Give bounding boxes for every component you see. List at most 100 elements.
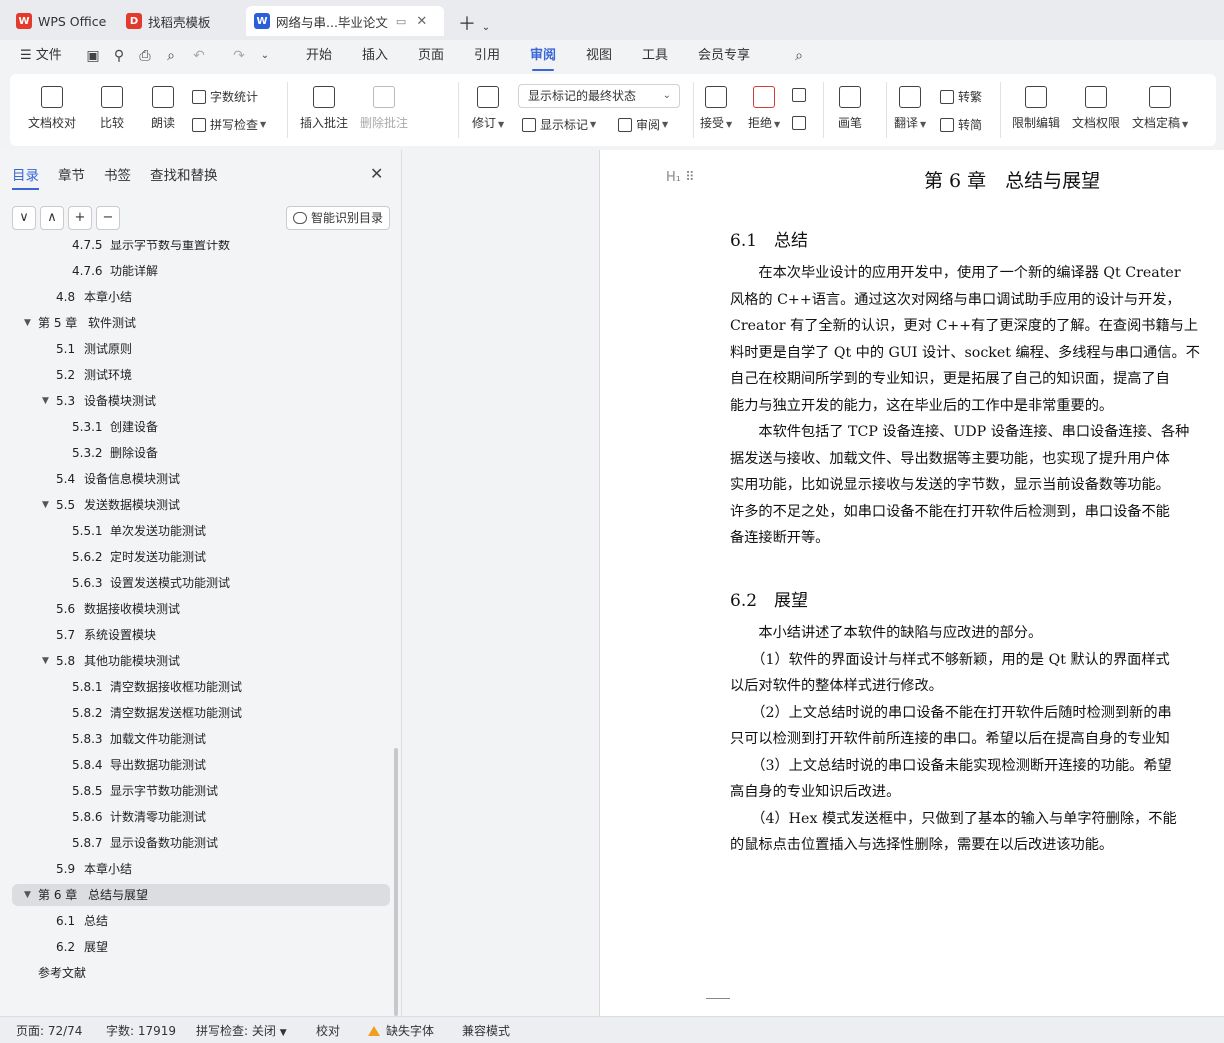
save-icon[interactable]: ▣ — [84, 48, 102, 64]
revise-button[interactable]: 修订 ▼ — [472, 86, 504, 131]
toc-item[interactable]: 6.2 展望 — [0, 936, 390, 958]
spell-check-button[interactable]: 拼写检查 ▼ — [192, 116, 266, 133]
toc-item[interactable]: 5.8.5 显示字节数功能测试 — [0, 780, 390, 802]
undo-icon[interactable]: ↶ — [190, 48, 208, 64]
tab-toc[interactable]: 目录 — [12, 164, 39, 190]
menu-start[interactable]: 开始 — [306, 46, 332, 66]
file-menu[interactable]: ☰ 文件 — [20, 46, 62, 66]
menu-reference[interactable]: 引用 — [474, 46, 500, 66]
tab-docer-templates[interactable]: D 找稻壳模板 — [118, 6, 219, 36]
tab-wps-office[interactable]: W WPS Office — [8, 6, 114, 36]
toc-item[interactable]: 5.8.7 显示设备数功能测试 — [0, 832, 390, 854]
toc-item[interactable]: 5.5.1 单次发送功能测试 — [0, 520, 390, 542]
print-preview-icon[interactable]: ⌕ — [162, 48, 180, 64]
redo-icon[interactable]: ↷ — [230, 48, 248, 64]
expand-arrow-icon[interactable]: ▼ — [24, 312, 31, 334]
toc-item[interactable]: ▼ 5.3 设备模块测试 — [0, 390, 390, 412]
insert-comment-button[interactable]: 插入批注 — [300, 86, 348, 131]
word-count-button[interactable]: 字数统计 — [192, 88, 258, 105]
toc-item[interactable]: 5.6 数据接收模块测试 — [0, 598, 390, 620]
close-tab-icon[interactable]: ✕ — [416, 14, 427, 29]
pin-icon[interactable]: ▭ — [396, 15, 406, 28]
toc-item[interactable]: 4.7.5 显示字节数与重置计数 — [0, 240, 390, 256]
tab-chapters[interactable]: 章节 — [58, 164, 85, 184]
print-icon[interactable]: ⎙ — [136, 48, 154, 64]
pen-button[interactable]: 画笔 — [838, 86, 862, 131]
page-indicator[interactable]: 页面: 72/74 — [16, 1022, 82, 1039]
translate-button[interactable]: 翻译 ▼ — [894, 86, 926, 131]
missing-font-status[interactable]: 缺失字体 — [368, 1022, 434, 1039]
menu-view[interactable]: 视图 — [586, 46, 612, 66]
toc-item-number: 5.6.2 — [72, 550, 103, 564]
add-heading-button[interactable]: + — [68, 206, 92, 230]
doc-permission-button[interactable]: 文档权限 — [1072, 86, 1120, 131]
markup-state-select[interactable]: 显示标记的最终状态 ⌄ — [518, 84, 680, 108]
collapse-all-button[interactable]: ∧ — [40, 206, 64, 230]
reject-button[interactable]: 拒绝 ▼ — [748, 86, 780, 131]
to-simplified-button[interactable]: 转简 — [940, 116, 982, 133]
to-traditional-button[interactable]: 转繁 — [940, 88, 982, 105]
delete-comment-button[interactable]: 删除批注 — [360, 86, 408, 131]
word-count-indicator[interactable]: 字数: 17919 — [106, 1022, 176, 1039]
menu-page[interactable]: 页面 — [418, 46, 444, 66]
toc-item[interactable]: 5.1 测试原则 — [0, 338, 390, 360]
doc-check-button[interactable]: 文档校对 — [28, 86, 76, 131]
document-page[interactable]: H₁ ⠿ 第 6 章 总结与展望 6.1 总结 在本次毕业设计的应用开发中，使用… — [599, 150, 1224, 1016]
review-pane-button[interactable]: 审阅 ▼ — [618, 116, 668, 133]
read-aloud-button[interactable]: 朗读 — [151, 86, 175, 131]
toc-item[interactable]: 5.2 测试环境 — [0, 364, 390, 386]
menu-member[interactable]: 会员专享 — [698, 46, 750, 66]
toc-item[interactable]: 5.8.3 加载文件功能测试 — [0, 728, 390, 750]
close-pane-icon[interactable]: ✕ — [370, 164, 383, 183]
toc-item[interactable]: 4.8 本章小结 — [0, 286, 390, 308]
doc-finalize-button[interactable]: 文档定稿 ▼ — [1132, 86, 1188, 131]
share-icon[interactable]: ⚲ — [110, 48, 128, 64]
toc-item[interactable]: ▼ 第 5 章软件测试 — [0, 312, 390, 334]
compare-button[interactable]: 比较 — [100, 86, 124, 131]
expand-arrow-icon[interactable]: ▼ — [24, 884, 31, 906]
toc-item[interactable]: 6.1 总结 — [0, 910, 390, 932]
toc-item[interactable]: 5.6.3 设置发送模式功能测试 — [0, 572, 390, 594]
toc-item[interactable]: ▼ 5.5 发送数据模块测试 — [0, 494, 390, 516]
tab-bookmarks[interactable]: 书签 — [104, 164, 131, 184]
restrict-edit-button[interactable]: 限制编辑 — [1012, 86, 1060, 131]
more-icon[interactable]: ⌄ — [256, 48, 274, 64]
toc-item[interactable]: 5.3.2 删除设备 — [0, 442, 390, 464]
toc-scrollbar[interactable] — [394, 748, 398, 1016]
spell-check-status[interactable]: 拼写检查: 关闭 ▼ — [196, 1022, 287, 1039]
toc-item[interactable]: 4.7.6 功能详解 — [0, 260, 390, 282]
menu-insert[interactable]: 插入 — [362, 46, 388, 66]
toc-item[interactable]: 5.8.1 清空数据接收框功能测试 — [0, 676, 390, 698]
previous-change-button[interactable] — [792, 88, 810, 102]
toc-item[interactable]: 5.8.2 清空数据发送框功能测试 — [0, 702, 390, 724]
accept-button[interactable]: 接受 ▼ — [700, 86, 732, 131]
toc-item[interactable]: 5.8.4 导出数据功能测试 — [0, 754, 390, 776]
toc-item[interactable]: 5.7 系统设置模块 — [0, 624, 390, 646]
tab-find-replace[interactable]: 查找和替换 — [150, 164, 218, 184]
toc-item[interactable]: 5.9 本章小结 — [0, 858, 390, 880]
toc-item[interactable]: ▼ 5.8 其他功能模块测试 — [0, 650, 390, 672]
new-tab-button[interactable]: ＋ ⌄ — [458, 10, 490, 36]
toc-item[interactable]: 5.8.6 计数清零功能测试 — [0, 806, 390, 828]
permission-icon — [1085, 86, 1107, 108]
toc-item[interactable]: 参考文献 — [0, 962, 390, 984]
expand-arrow-icon[interactable]: ▼ — [42, 494, 49, 516]
expand-arrow-icon[interactable]: ▼ — [42, 390, 49, 412]
heading-handle-icon[interactable]: H₁ ⠿ — [666, 170, 695, 185]
search-icon[interactable]: ⌕ — [790, 48, 808, 64]
toc-item[interactable]: 5.4 设备信息模块测试 — [0, 468, 390, 490]
toc-item[interactable]: 5.6.2 定时发送功能测试 — [0, 546, 390, 568]
smart-toc-label: 智能识别目录 — [311, 211, 384, 225]
next-change-button[interactable] — [792, 116, 810, 130]
proofread-status[interactable]: 校对 — [316, 1022, 340, 1039]
remove-heading-button[interactable]: − — [96, 206, 120, 230]
toc-item[interactable]: 5.3.1 创建设备 — [0, 416, 390, 438]
toc-item[interactable]: ▼ 第 6 章总结与展望 — [12, 884, 390, 906]
expand-arrow-icon[interactable]: ▼ — [42, 650, 49, 672]
show-markup-button[interactable]: 显示标记 ▼ — [522, 116, 596, 133]
menu-review[interactable]: 审阅 — [530, 46, 556, 71]
smart-toc-button[interactable]: 智能识别目录 — [286, 206, 390, 230]
menu-tools[interactable]: 工具 — [642, 46, 668, 66]
expand-all-button[interactable]: ∨ — [12, 206, 36, 230]
tab-active-document[interactable]: W 网络与串...毕业论文 ▭ ✕ — [246, 6, 444, 36]
